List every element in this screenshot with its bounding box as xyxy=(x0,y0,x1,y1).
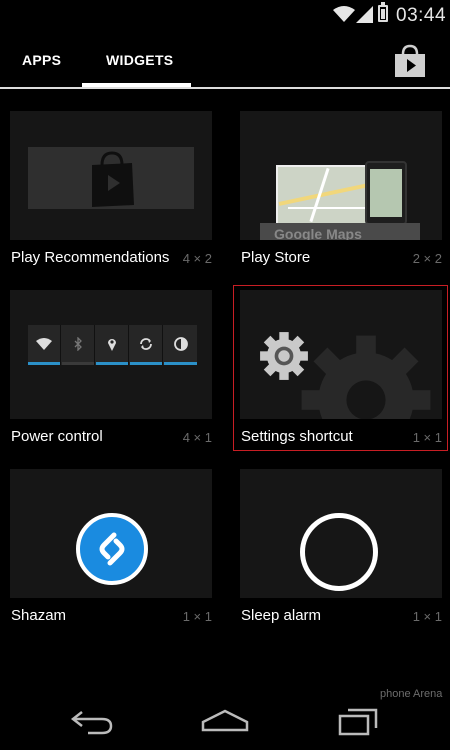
widget-size: 1 × 1 xyxy=(182,609,212,624)
bluetooth-icon xyxy=(74,336,82,352)
widget-shazam[interactable]: Shazam 1 × 1 xyxy=(10,469,212,624)
status-time: 03:44 xyxy=(396,5,447,26)
widget-sleep-alarm[interactable]: Sleep alarm 1 × 1 xyxy=(240,469,442,624)
play-store-icon[interactable] xyxy=(394,44,426,78)
widget-label: Shazam xyxy=(11,607,67,624)
sync-icon xyxy=(140,338,152,350)
back-icon[interactable] xyxy=(70,708,114,736)
location-icon xyxy=(108,339,116,351)
widget-play-store[interactable]: Google Maps Play Store 2 × 2 xyxy=(240,111,442,266)
widget-preview: Google Maps xyxy=(240,111,442,240)
wifi-icon xyxy=(36,338,52,350)
bluetooth-toggle xyxy=(62,325,95,365)
location-toggle xyxy=(96,325,129,365)
status-bar: 03:44 xyxy=(0,0,450,32)
store-shelf: Google Maps xyxy=(260,223,420,240)
sync-toggle xyxy=(130,325,163,365)
signal-icon xyxy=(356,6,373,23)
widget-label: Play Recommendations xyxy=(11,249,170,266)
selection-highlight xyxy=(233,285,448,451)
wifi-icon xyxy=(333,6,355,22)
recent-apps-icon[interactable] xyxy=(338,706,378,736)
play-bag-icon xyxy=(92,151,134,207)
map-screenshot xyxy=(276,165,376,225)
power-control-bar xyxy=(28,325,197,365)
widget-preview xyxy=(10,111,212,240)
widget-label: Sleep alarm xyxy=(241,607,322,624)
widget-play-recommendations[interactable]: Play Recommendations 4 × 2 xyxy=(10,111,212,266)
preview-app-name: Google Maps xyxy=(274,226,362,240)
shazam-logo-icon xyxy=(76,513,148,585)
tab-bar: APPS WIDGETS xyxy=(0,32,450,90)
tab-widgets[interactable]: WIDGETS xyxy=(106,52,173,68)
widget-size: 4 × 1 xyxy=(182,430,212,445)
brightness-toggle xyxy=(164,325,197,365)
widget-power-control[interactable]: Power control 4 × 1 xyxy=(10,290,212,445)
widget-preview xyxy=(10,290,212,419)
watermark: phone Arena xyxy=(380,688,443,700)
home-icon[interactable] xyxy=(200,708,250,732)
widget-size: 2 × 2 xyxy=(412,251,442,266)
widget-label: Power control xyxy=(11,428,103,445)
battery-icon xyxy=(378,2,388,22)
tab-divider xyxy=(0,87,450,89)
widget-label: Play Store xyxy=(241,249,311,266)
widget-preview xyxy=(240,469,442,598)
tab-apps[interactable]: APPS xyxy=(22,52,61,68)
widget-size: 4 × 2 xyxy=(182,251,212,266)
phone-image xyxy=(365,161,407,225)
sleep-alarm-ring-icon xyxy=(300,513,378,591)
widget-preview xyxy=(10,469,212,598)
brightness-icon xyxy=(173,337,188,351)
widget-size: 1 × 1 xyxy=(412,609,442,624)
wifi-toggle xyxy=(28,325,61,365)
